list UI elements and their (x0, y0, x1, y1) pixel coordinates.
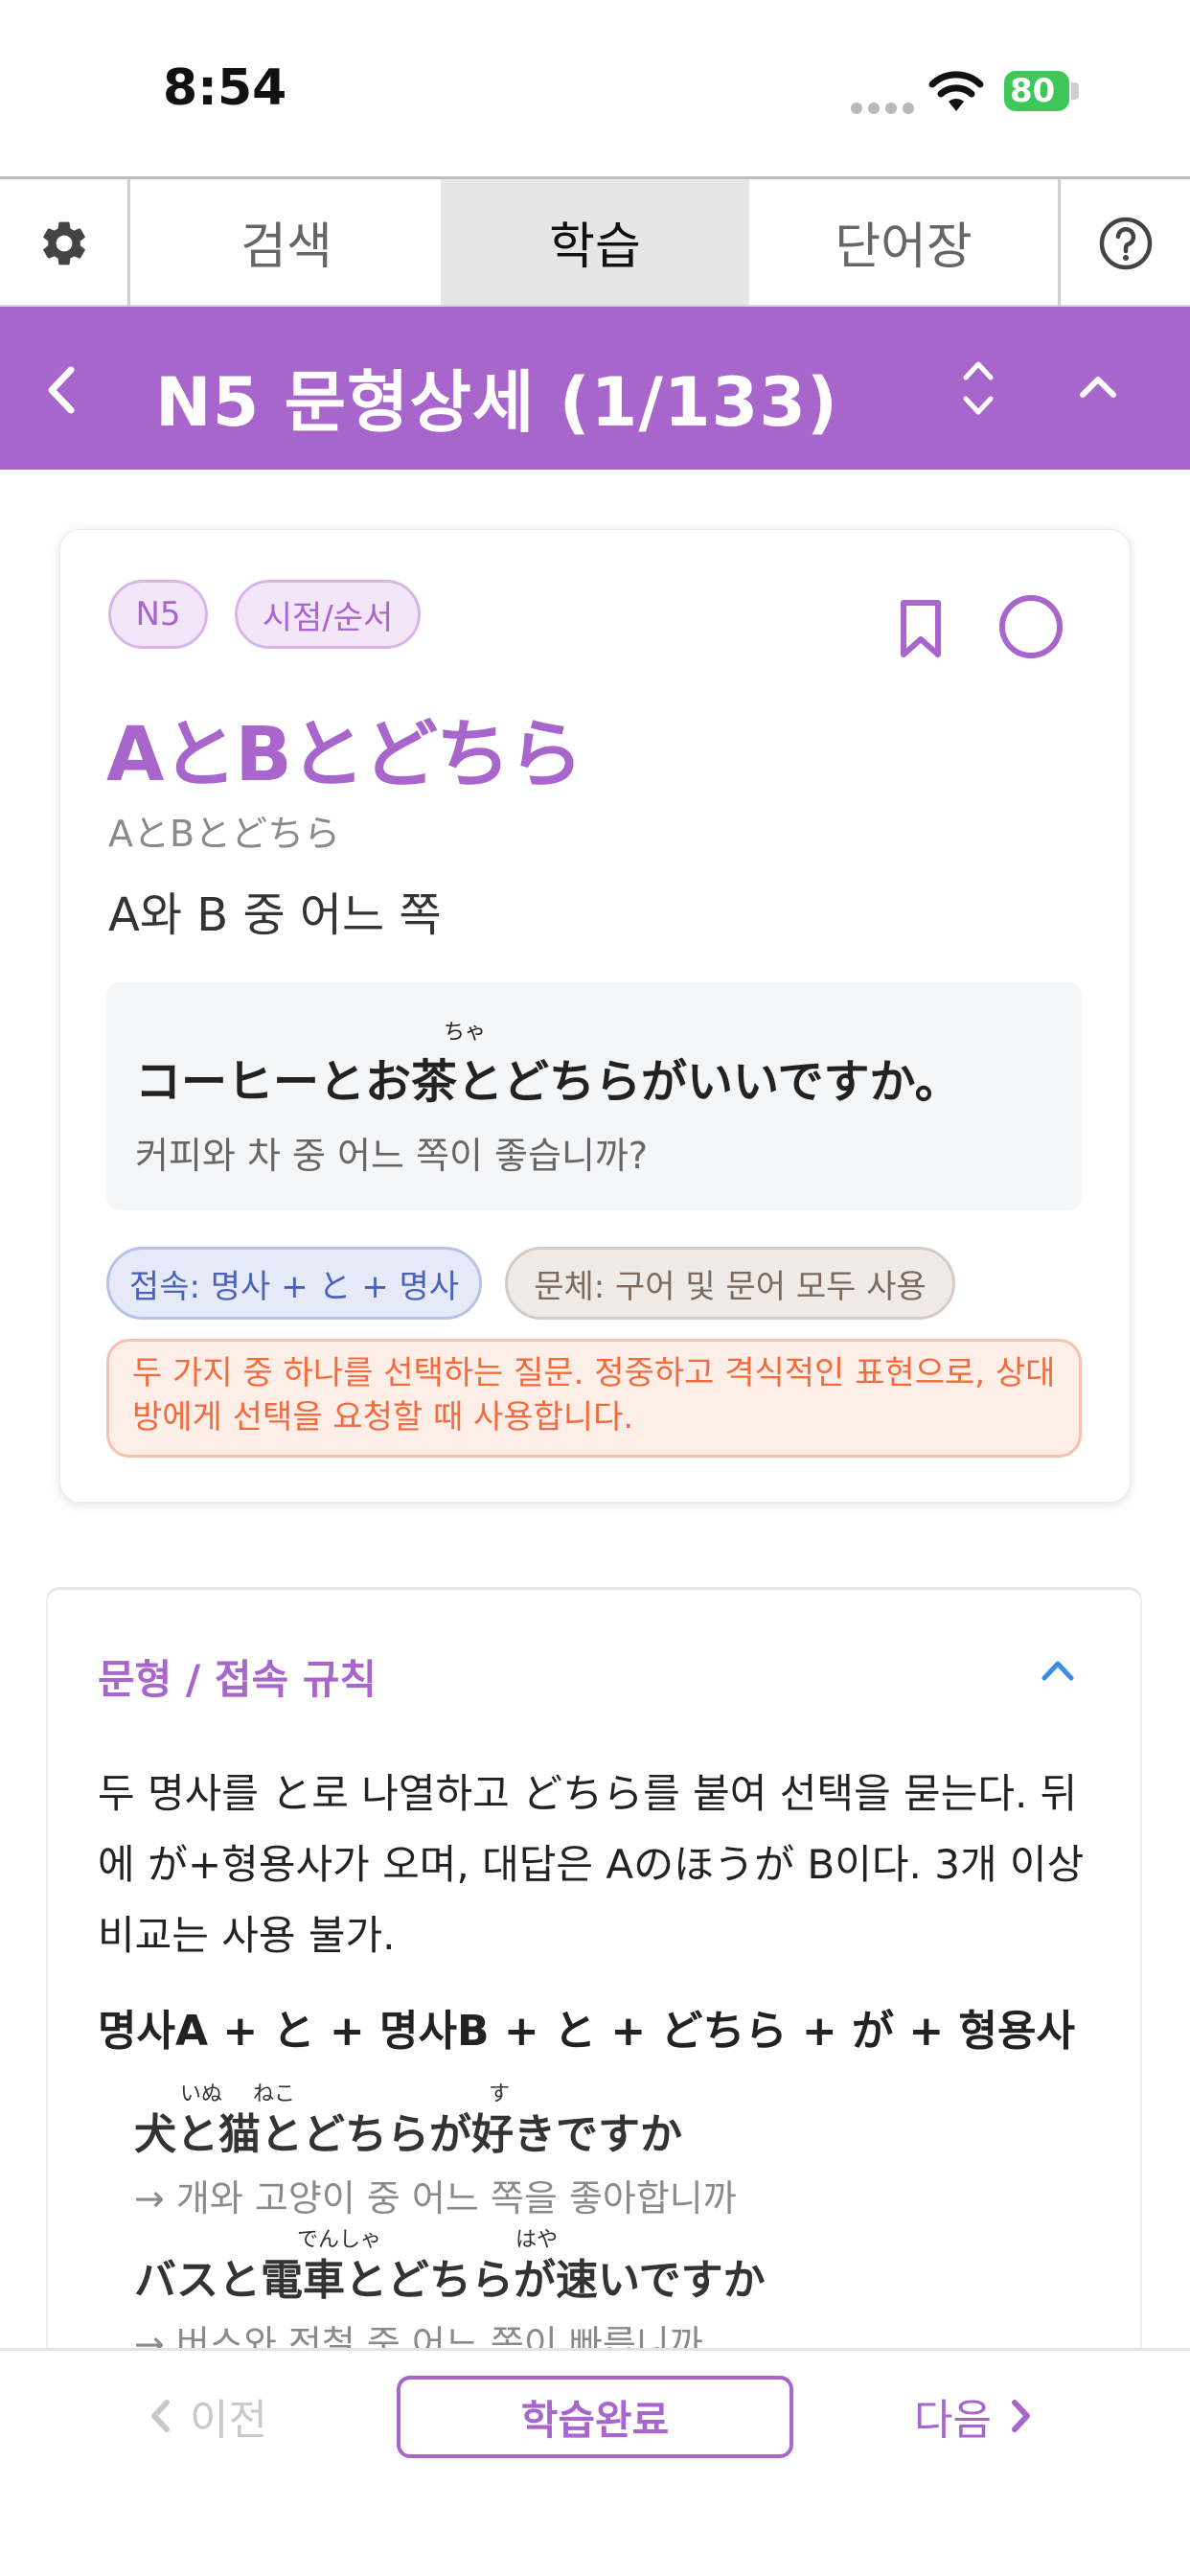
furigana: はや (515, 2228, 559, 2252)
cellular-signal-icon (851, 100, 920, 118)
rules-section: 문형 / 접속 규칙 두 명사를 と로 나열하고 どちら를 붙여 선택을 묻는다… (46, 1587, 1142, 2365)
rules-description: 두 명사를 と로 나열하고 どちら를 붙여 선택을 묻는다. 뒤에 が+형용사가… (98, 1770, 1085, 1959)
back-button[interactable] (29, 356, 96, 424)
chevron-right-icon (1011, 2400, 1030, 2432)
mark-circle-button[interactable] (999, 595, 1063, 658)
page-title: N5 문형상세 (1/133) (155, 363, 839, 442)
category-badge: 시점/순서 (235, 580, 421, 649)
tab-vocabulary[interactable]: 단어장 (749, 179, 1058, 305)
gear-icon (42, 221, 85, 264)
example-korean: 커피와 차 중 어느 쪽이 좋습니까? (135, 1135, 649, 1177)
pattern-card: N5 시점/순서 AとBとどちら AとBとどちら A와 B 중 어느 쪽 ちゃ … (59, 529, 1131, 1503)
sort-updown-icon[interactable] (958, 355, 998, 422)
help-button[interactable] (1058, 179, 1190, 307)
style-tag: 문체: 구어 및 문어 모두 사용 (505, 1247, 955, 1320)
furigana: いぬ (180, 2082, 223, 2106)
rule-example-japanese: 犬と猫とどちらが好きですか (134, 2110, 682, 2159)
battery-tip (1071, 82, 1079, 100)
example-box: ちゃ コーヒーとお茶とどちらがいいですか。 커피와 차 중 어느 쪽이 좋습니까… (106, 982, 1082, 1210)
chevron-up-icon[interactable] (1037, 1655, 1079, 1684)
status-time: 8:54 (163, 59, 287, 117)
example-furigana: ちゃ (444, 1021, 487, 1045)
wifi-icon (928, 71, 984, 111)
complete-button[interactable]: 학습완료 (397, 2376, 793, 2458)
tab-search[interactable]: 검색 (132, 179, 441, 305)
battery-level: 80 (1010, 72, 1056, 110)
next-button[interactable]: 다음 (914, 2385, 1038, 2447)
rules-formula: 명사A + と + 명사B + と + どちら + が + 형용사 (98, 2007, 1075, 2056)
connection-tag: 접속: 명사 + と + 명사 (106, 1247, 482, 1320)
bottom-navigation: 이전 학습완료 다음 (0, 2348, 1190, 2576)
previous-label: 이전 (190, 2396, 267, 2445)
detail-header: N5 문형상세 (1/133) (0, 307, 1190, 470)
usage-note: 두 가지 중 하나를 선택하는 질문. 정중하고 격식적인 표현으로, 상대방에… (106, 1339, 1082, 1458)
pattern-meaning: A와 B 중 어느 쪽 (108, 888, 442, 942)
pattern-reading: AとBとどちら (108, 813, 341, 855)
furigana: でんしゃ (297, 2228, 382, 2252)
example-japanese: コーヒーとお茶とどちらがいいですか。 (135, 1055, 961, 1109)
status-bar: 8:54 80 (0, 0, 1190, 176)
rule-example-1: いぬ ねこ す 犬と猫とどちらが好きですか → 개와 고양이 중 어느 쪽을 좋… (134, 2077, 737, 2221)
previous-button[interactable]: 이전 (144, 2385, 267, 2447)
settings-button[interactable] (0, 179, 130, 307)
rule-example-korean: → 개와 고양이 중 어느 쪽을 좋아합니까 (134, 2177, 737, 2220)
furigana: ねこ (253, 2082, 296, 2106)
pattern-title: AとBとどちら (106, 712, 584, 798)
next-label: 다음 (914, 2396, 992, 2445)
tab-study[interactable]: 학습 (441, 179, 749, 305)
battery-icon: 80 (1004, 71, 1069, 111)
level-badge: N5 (108, 580, 208, 649)
help-circle-icon (1099, 217, 1152, 269)
furigana: す (489, 2082, 511, 2106)
rule-example-2: でんしゃ はや バスと電車とどちらが速いですか → 버스와 전철 중 어느 쪽이… (134, 2222, 766, 2367)
chevron-left-icon (151, 2400, 170, 2432)
chevron-up-icon[interactable] (1069, 366, 1127, 404)
rule-example-japanese: バスと電車とどちらが速いですか (134, 2256, 766, 2305)
bookmark-icon[interactable] (894, 597, 948, 660)
rules-title: 문형 / 접속 규칙 (98, 1656, 378, 1703)
top-tab-bar: 검색 학습 단어장 (0, 176, 1190, 307)
